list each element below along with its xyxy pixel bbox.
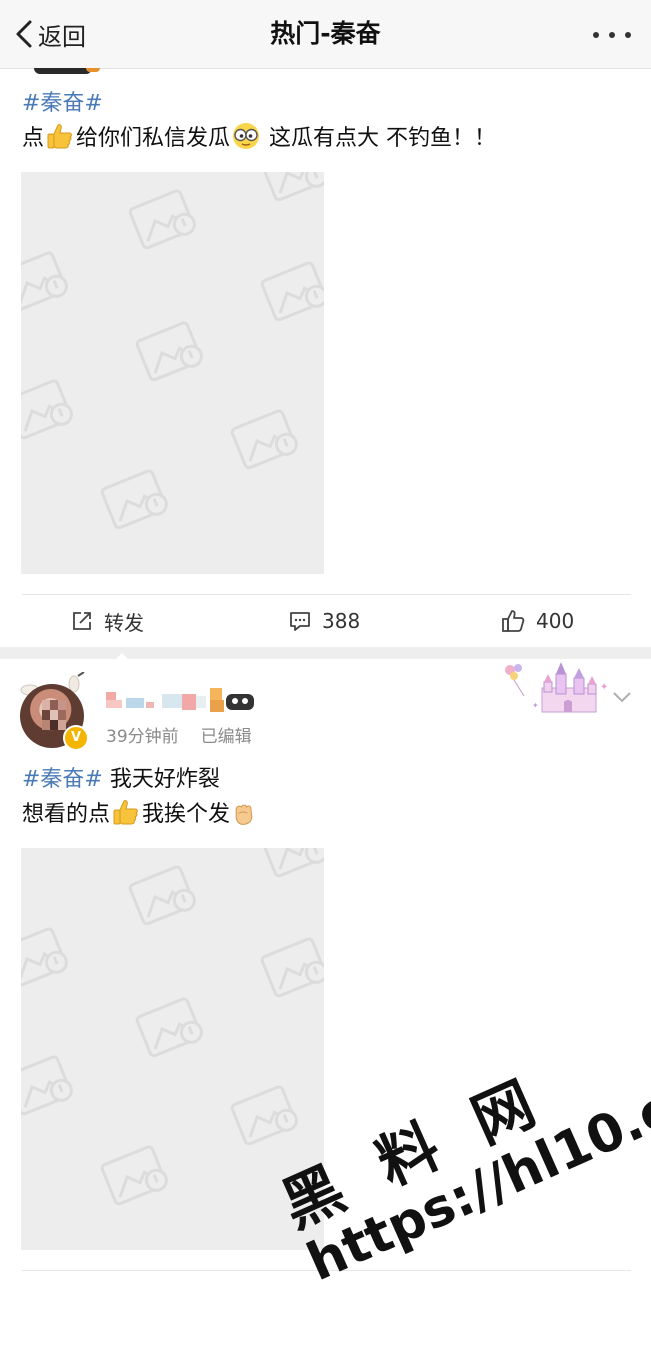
edited-flag[interactable]: 已编辑 [201, 727, 252, 747]
post1-action-bar: 转发 388 400 [0, 595, 651, 647]
post1-text-part: 给你们私信发瓜 [76, 126, 231, 151]
thumbs-up-emoji-icon [47, 124, 72, 149]
topic-link[interactable]: #秦奋# [22, 767, 103, 792]
verified-badge: V [63, 725, 89, 751]
post1-avatar-badge [86, 68, 100, 72]
melon-eyes-emoji-icon [233, 123, 260, 149]
post1-topic[interactable]: #秦奋# [22, 86, 103, 121]
caret-up-icon [112, 653, 132, 663]
chevron-down-icon[interactable] [612, 690, 632, 704]
fist-emoji-icon [235, 804, 253, 825]
post1-text: 点 给你们私信发瓜 这瓜有点大 不钓鱼！！ [22, 121, 496, 156]
avatar-mosaic [42, 700, 66, 730]
svg-text:✦: ✦ [600, 682, 608, 693]
post1-avatar[interactable] [34, 68, 92, 74]
repost-button[interactable]: 转发 [70, 595, 144, 647]
repost-icon [73, 612, 91, 630]
more-dot [625, 32, 631, 38]
post2-text-part: 想看的点 [22, 802, 111, 827]
comment-button[interactable]: 388 [288, 595, 360, 647]
post2-text-line2: 想看的点 我挨个发 [22, 797, 258, 832]
page-title: 热门-秦奋 [270, 19, 381, 48]
comment-count: 388 [322, 609, 361, 633]
post2-meta: 39分钟前 已编辑 [106, 722, 252, 747]
username-blurred[interactable] [106, 688, 256, 714]
like-button[interactable]: 400 [500, 595, 574, 647]
post2-text-part: 我天好炸裂 [102, 767, 220, 792]
post1-image[interactable] [21, 172, 324, 574]
post-time: 39分钟前 [106, 727, 179, 747]
post2-image[interactable] [21, 848, 324, 1250]
topic-link[interactable]: #秦奋# [22, 91, 103, 116]
post1-text-part: 这瓜有点大 不钓鱼！！ [262, 126, 497, 151]
repost-label: 转发 [104, 610, 144, 635]
watermark-url: https://hl10.co [298, 1064, 651, 1294]
thumbs-up-icon [502, 610, 525, 632]
image-placeholder-icon [21, 172, 324, 530]
post2-text-line1: #秦奋# 我天好炸裂 [22, 762, 220, 797]
top-nav-bar: 返回 热门-秦奋 [0, 0, 651, 69]
more-dot [609, 32, 615, 38]
thumbs-up-emoji-icon [113, 800, 138, 825]
post1-text-part: 点 [22, 126, 45, 151]
more-options-button[interactable] [593, 24, 633, 44]
post-separator [0, 647, 651, 659]
svg-text:✦: ✦ [532, 701, 539, 710]
castle-card-decoration: ✦✦ [505, 662, 608, 713]
like-count: 400 [536, 609, 575, 633]
post2-text-part: 我挨个发 [142, 802, 231, 827]
image-placeholder-icon [21, 848, 324, 1206]
divider [22, 1270, 631, 1271]
more-horizontal-icon [593, 32, 599, 38]
comment-icon [290, 612, 310, 631]
